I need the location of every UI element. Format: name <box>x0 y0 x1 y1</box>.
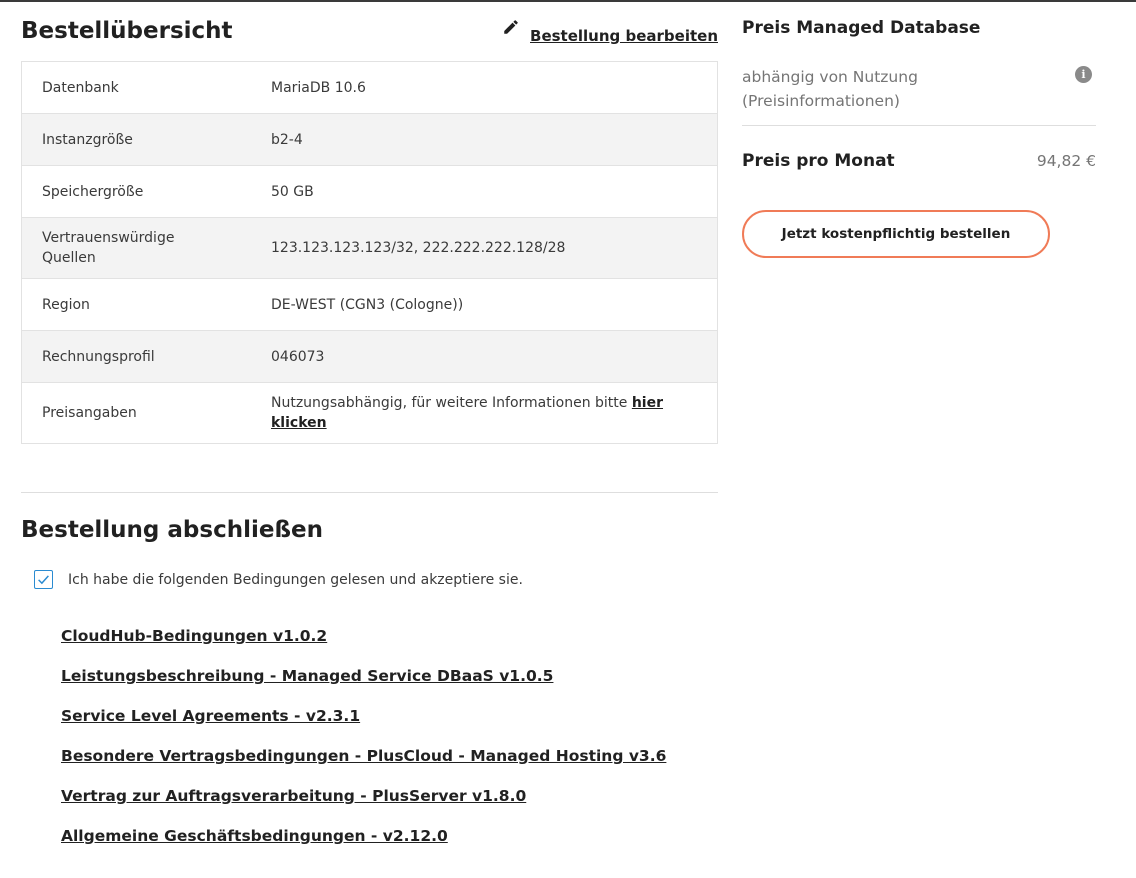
accept-terms-checkbox[interactable] <box>34 570 53 589</box>
terms-list: CloudHub-Bedingungen v1.0.2 Leistungsbes… <box>61 626 666 866</box>
summary-title: Bestellübersicht <box>21 18 233 44</box>
terms-link-sla[interactable]: Service Level Agreements - v2.3.1 <box>61 706 666 746</box>
accept-terms-checkbox-row[interactable]: Ich habe die folgenden Bedingungen geles… <box>34 570 523 589</box>
terms-link-special-conditions[interactable]: Besondere Vertragsbedingungen - PlusClou… <box>61 746 666 786</box>
edit-order-label[interactable]: Bestellung bearbeiten <box>530 19 718 45</box>
summary-key: Preisangaben <box>42 405 137 421</box>
summary-row: Vertrauenswürdige Quellen 123.123.123.12… <box>22 218 717 279</box>
edit-order-link[interactable]: Bestellung bearbeiten <box>502 18 718 45</box>
summary-row: Region DE-WEST (CGN3 (Cologne)) <box>22 279 717 331</box>
section-divider <box>21 492 718 493</box>
price-info-text: Nutzungsabhängig, für weitere Informatio… <box>271 395 632 411</box>
summary-row: Speichergröße 50 GB <box>22 166 717 218</box>
monthly-price-label: Preis pro Monat <box>742 151 895 171</box>
summary-row: Instanzgröße b2-4 <box>22 114 717 166</box>
summary-key: Speichergröße <box>42 183 144 200</box>
summary-key: Rechnungsprofil <box>42 348 155 365</box>
pencil-icon <box>504 20 518 34</box>
order-button[interactable]: Jetzt kostenpflichtig bestellen <box>742 210 1050 258</box>
summary-value: 50 GB <box>271 183 314 200</box>
usage-price-text: abhängig von Nutzung (Preisinformationen… <box>742 68 918 110</box>
info-icon[interactable]: i <box>1075 66 1092 83</box>
summary-row: Preisangaben Nutzungsabhängig, für weite… <box>22 383 717 444</box>
terms-link-service-description[interactable]: Leistungsbeschreibung - Managed Service … <box>61 666 666 706</box>
summary-key: Instanzgröße <box>42 131 133 148</box>
summary-value: 123.123.123.123/32, 222.222.222.128/28 <box>271 240 566 256</box>
summary-value: 046073 <box>271 348 325 365</box>
price-divider <box>742 125 1096 126</box>
checkmark-icon <box>38 575 49 585</box>
top-border <box>0 0 1136 2</box>
terms-link-data-processing[interactable]: Vertrag zur Auftragsverarbeitung - PlusS… <box>61 786 666 826</box>
summary-value: DE-WEST (CGN3 (Cologne)) <box>271 296 464 313</box>
terms-link-cloudhub[interactable]: CloudHub-Bedingungen v1.0.2 <box>61 626 666 666</box>
finish-title: Bestellung abschließen <box>21 517 323 543</box>
monthly-price-value: 94,82 € <box>1036 152 1096 170</box>
summary-table: Datenbank MariaDB 10.6 Instanzgröße b2-4… <box>21 61 718 444</box>
terms-link-general-terms[interactable]: Allgemeine Geschäftsbedingungen - v2.12.… <box>61 826 666 866</box>
summary-key: Datenbank <box>42 79 119 96</box>
summary-row: Rechnungsprofil 046073 <box>22 331 717 383</box>
summary-key: Region <box>42 296 90 313</box>
summary-value: MariaDB 10.6 <box>271 79 366 96</box>
summary-value: b2-4 <box>271 131 303 148</box>
price-title: Preis Managed Database <box>742 18 981 38</box>
accept-terms-label: Ich habe die folgenden Bedingungen geles… <box>68 571 523 588</box>
summary-value: Nutzungsabhängig, für weitere Informatio… <box>271 393 717 433</box>
summary-row: Datenbank MariaDB 10.6 <box>22 62 717 114</box>
summary-key: Vertrauenswürdige Quellen <box>42 230 175 266</box>
summary-header: Bestellübersicht Bestellung bearbeiten <box>21 18 718 50</box>
